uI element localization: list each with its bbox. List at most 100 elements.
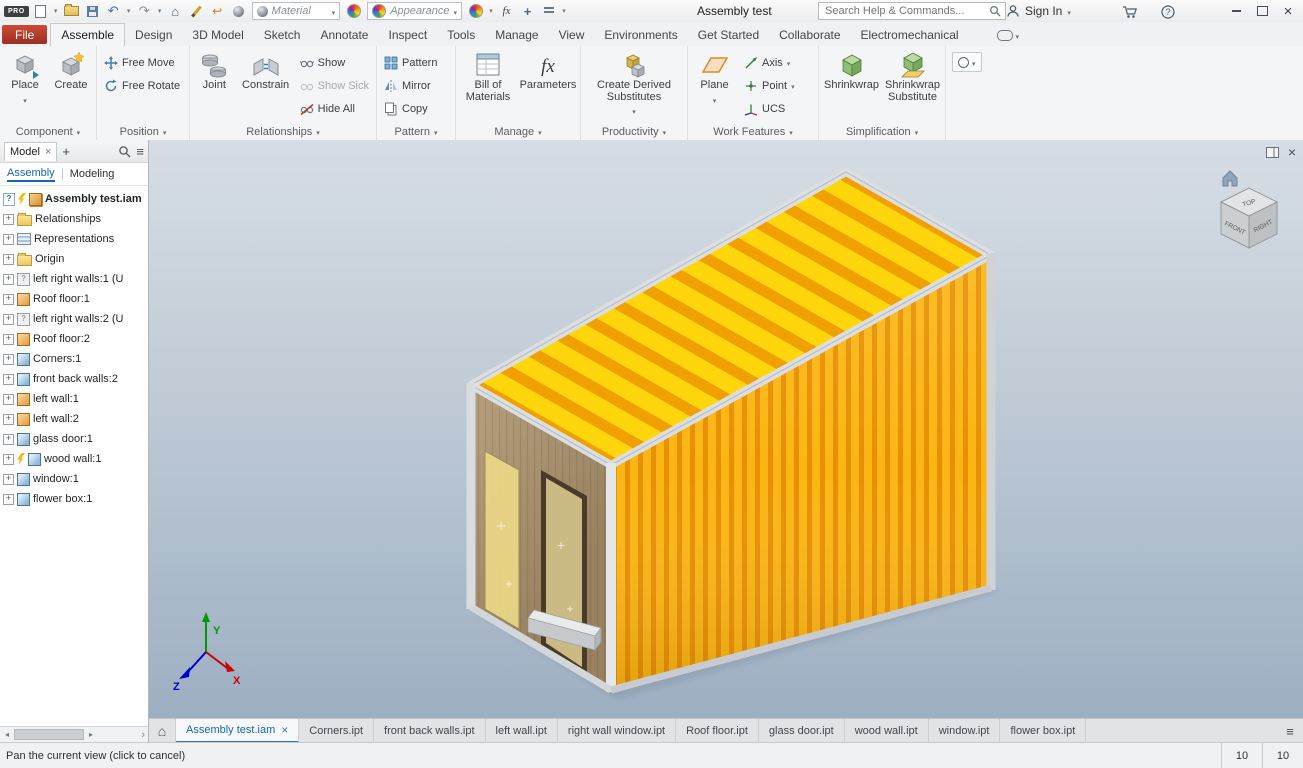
parameters-fx-button[interactable]: [497, 2, 516, 20]
browser-tab-model[interactable]: Model: [4, 141, 58, 161]
free-rotate-button[interactable]: Free Rotate: [100, 74, 184, 97]
expand-icon[interactable]: [3, 313, 14, 325]
browser-menu-icon[interactable]: ≡: [136, 144, 144, 159]
mirror-button[interactable]: Mirror: [380, 74, 441, 97]
minimize-button[interactable]: [1223, 0, 1249, 22]
home-tab-icon[interactable]: [149, 719, 176, 743]
tab-assemble[interactable]: Assemble: [50, 23, 126, 47]
tab-inspect[interactable]: Inspect: [378, 24, 437, 46]
sign-in-button[interactable]: Sign In: [1006, 2, 1071, 20]
sketch-button[interactable]: [187, 2, 206, 20]
tree-item-root[interactable]: Assembly test.iam: [0, 189, 148, 209]
save-button[interactable]: [83, 2, 102, 20]
tab-environments[interactable]: Environments: [594, 24, 687, 46]
view-cube[interactable]: TOP FRONT RIGHT: [1219, 170, 1279, 249]
undo-dropdown-icon[interactable]: [125, 2, 133, 20]
tab-manage[interactable]: Manage: [485, 24, 548, 46]
panel-label-work-features[interactable]: Work Features: [688, 123, 818, 140]
expand-icon[interactable]: [3, 493, 14, 505]
undo-button[interactable]: [104, 2, 123, 20]
tab-design[interactable]: Design: [125, 24, 182, 46]
viewport[interactable]: TOP FRONT RIGHT Y X Z: [149, 140, 1303, 718]
home-view-button[interactable]: [166, 2, 185, 20]
search-input[interactable]: [823, 4, 986, 18]
redo-dropdown-icon[interactable]: [156, 2, 164, 20]
split-view-icon[interactable]: [1265, 146, 1279, 158]
ucs-button[interactable]: UCS: [740, 97, 799, 120]
close-icon[interactable]: [45, 146, 51, 158]
expand-icon[interactable]: [3, 453, 14, 465]
hide-all-button[interactable]: Hide All: [296, 97, 373, 120]
expand-icon[interactable]: [3, 373, 14, 385]
doc-tab-flower-box[interactable]: flower box.ipt: [1000, 719, 1087, 743]
tree-item-representations[interactable]: Representations: [0, 229, 148, 249]
parameters-button[interactable]: fx Parameters: [519, 49, 577, 123]
expand-icon[interactable]: [3, 393, 14, 405]
tab-sketch[interactable]: Sketch: [254, 24, 311, 46]
add-button[interactable]: [518, 2, 537, 20]
viewcube-home-icon[interactable]: [1222, 170, 1238, 187]
expand-icon[interactable]: [3, 253, 14, 265]
tree-item[interactable]: left wall:2: [0, 409, 148, 429]
display-options-button[interactable]: [539, 2, 558, 20]
tree-item[interactable]: Roof floor:1: [0, 289, 148, 309]
create-button[interactable]: Create: [49, 49, 93, 123]
tree-item[interactable]: glass door:1: [0, 429, 148, 449]
panel-label-simplification[interactable]: Simplification: [819, 123, 945, 140]
return-button[interactable]: [208, 2, 227, 20]
expand-icon[interactable]: [3, 293, 14, 305]
tree-item[interactable]: Corners:1: [0, 349, 148, 369]
add-browser-tab-button[interactable]: [62, 144, 70, 159]
constrain-button[interactable]: Constrain: [238, 49, 294, 123]
adjust-appearance-button[interactable]: [466, 2, 485, 20]
appearance-select[interactable]: Appearance: [367, 2, 463, 20]
point-button[interactable]: Point: [740, 74, 799, 97]
show-sick-button[interactable]: Show Sick: [296, 74, 373, 97]
display-options-dropdown-icon[interactable]: [560, 2, 568, 20]
ribbon-display-toggle[interactable]: [996, 28, 1020, 42]
close-document-icon[interactable]: [1288, 144, 1296, 160]
open-file-button[interactable]: [62, 2, 81, 20]
tree-item[interactable]: flower box:1: [0, 489, 148, 509]
tree-item[interactable]: Roof floor:2: [0, 329, 148, 349]
close-button[interactable]: [1275, 0, 1301, 22]
doc-tab-assembly-test[interactable]: Assembly test.iam: [176, 719, 300, 743]
doc-tab-left-wall[interactable]: left wall.ipt: [486, 719, 558, 743]
container-model[interactable]: [466, 168, 999, 700]
doc-tab-wood-wall[interactable]: wood wall.ipt: [845, 719, 929, 743]
show-button[interactable]: Show: [296, 51, 373, 74]
doc-tab-window[interactable]: window.ipt: [929, 719, 1001, 743]
redo-button[interactable]: [135, 2, 154, 20]
close-tab-icon[interactable]: [281, 723, 288, 737]
pattern-button[interactable]: Pattern: [380, 51, 441, 74]
panel-label-component[interactable]: Component: [0, 123, 96, 140]
expand-icon[interactable]: [3, 273, 14, 285]
browser-expand-icon[interactable]: [141, 729, 148, 741]
expand-icon[interactable]: [3, 213, 14, 225]
subtab-modeling[interactable]: Modeling: [70, 168, 115, 180]
tab-list-menu-icon[interactable]: [1277, 719, 1303, 743]
expand-icon[interactable]: [3, 353, 14, 365]
panel-overflow-button[interactable]: [952, 52, 982, 72]
restore-button[interactable]: [1249, 0, 1275, 22]
plane-button[interactable]: Plane: [691, 49, 738, 123]
doc-tab-roof-floor[interactable]: Roof floor.ipt: [676, 719, 759, 743]
appearance-wheel-button[interactable]: [344, 2, 363, 20]
panel-label-pattern[interactable]: Pattern: [377, 123, 455, 140]
store-cart-button[interactable]: [1120, 3, 1139, 21]
doc-tab-front-back-walls[interactable]: front back walls.ipt: [374, 719, 486, 743]
tree-item[interactable]: window:1: [0, 469, 148, 489]
tree-item[interactable]: left right walls:2 (U: [0, 309, 148, 329]
tab-collaborate[interactable]: Collaborate: [769, 24, 850, 46]
new-file-dropdown-icon[interactable]: [52, 2, 60, 20]
expand-icon[interactable]: [3, 233, 14, 245]
tab-get-started[interactable]: Get Started: [688, 24, 769, 46]
joint-button[interactable]: Joint: [193, 49, 236, 123]
tree-item-origin[interactable]: Origin: [0, 249, 148, 269]
place-button[interactable]: Place: [3, 49, 47, 123]
expand-icon[interactable]: [3, 433, 14, 445]
doc-tab-glass-door[interactable]: glass door.ipt: [759, 719, 845, 743]
expand-icon[interactable]: [3, 413, 14, 425]
browser-search-icon[interactable]: [118, 145, 131, 158]
material-select[interactable]: Material: [251, 2, 341, 20]
